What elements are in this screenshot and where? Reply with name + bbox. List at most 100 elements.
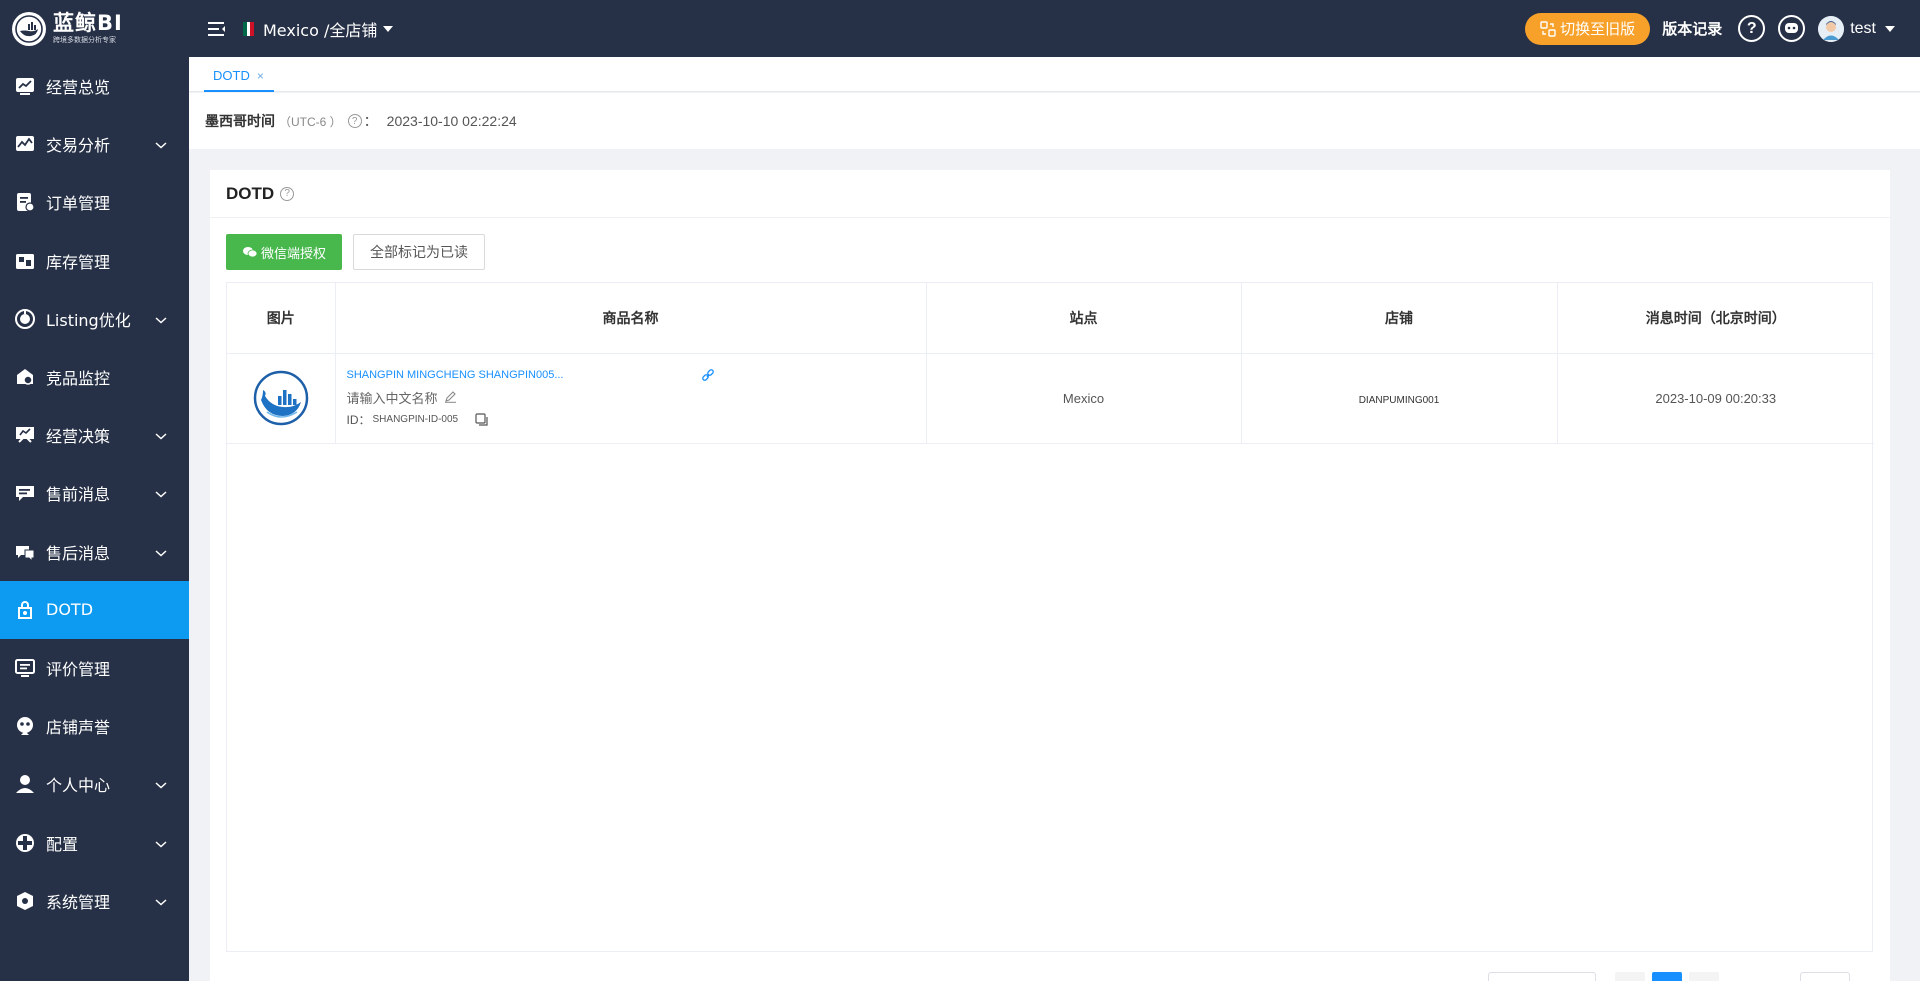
chevron-down-icon — [155, 891, 167, 910]
sidebar-item-label: 店铺声誉 — [46, 718, 111, 738]
presale-message-icon — [14, 482, 36, 504]
sidebar-item-decision[interactable]: 经营决策 — [0, 406, 189, 464]
product-name-link[interactable]: SHANGPIN MINGCHENG SHANGPIN005... — [347, 369, 926, 381]
help-icon[interactable]: ? — [1738, 15, 1766, 42]
user-menu[interactable]: test — [1818, 15, 1895, 42]
system-icon — [14, 890, 36, 912]
sidebar-item-chart-line[interactable]: 经营总览 — [0, 57, 189, 115]
tab-dotd[interactable]: DOTD × — [204, 61, 274, 92]
id-label: ID： — [346, 412, 371, 427]
review-icon — [14, 657, 36, 679]
message-time: 2023-10-09 00:20:33 — [1655, 390, 1777, 406]
sidebar-item-competitor[interactable]: 竞品监控 — [0, 348, 189, 406]
wechat-icon — [243, 247, 257, 258]
sidebar-item-order[interactable]: 订单管理 — [0, 173, 189, 231]
sidebar-item-system[interactable]: 系统管理 — [0, 872, 189, 930]
sidebar-item-label: 售前消息 — [46, 485, 111, 505]
sidebar-item-inventory[interactable]: 库存管理 — [0, 232, 189, 290]
goto-page-input[interactable] — [1800, 972, 1850, 981]
dotd-table: 图片 商品名称 站点 店铺 消息时间（北京时间） SHANGPIN MINGCH… — [226, 282, 1874, 952]
sidebar-item-label: 库存管理 — [46, 252, 111, 272]
chevron-down-icon — [155, 542, 167, 561]
sidebar-item-listing[interactable]: Listing优化 — [0, 290, 189, 348]
page-1-button[interactable] — [1652, 972, 1682, 981]
time-bar: 墨西哥时间 （UTC-6 ） ? ： 2023-10-10 02:22:24 — [189, 93, 1920, 149]
sidebar-item-label: 竞品监控 — [46, 369, 111, 389]
chevron-down-icon — [155, 309, 167, 328]
switch-label: 切换至旧版 — [1560, 20, 1636, 38]
dotd-card: DOTD ? 微信端授权 全部标记为已读 图片 商品名称 站点 店铺 消息时间（… — [210, 170, 1890, 981]
tabs-bar: DOTD × — [189, 57, 1920, 92]
decision-icon — [14, 424, 36, 446]
reputation-icon — [14, 715, 36, 737]
logo-subtitle: 跨境多数据分析专家 — [53, 36, 116, 44]
mexico-flag-icon — [243, 21, 255, 36]
chinese-name-placeholder: 请输入中文名称 — [346, 390, 438, 406]
sidebar-item-reputation[interactable]: 店铺声誉 — [0, 697, 189, 755]
product-image[interactable] — [253, 370, 309, 426]
chevron-down-icon — [155, 426, 167, 445]
site-cell: Mexico — [926, 353, 1242, 444]
version-record-link[interactable]: 版本记录 — [1662, 18, 1722, 39]
sidebar-item-review[interactable]: 评价管理 — [0, 639, 189, 697]
username: test — [1850, 19, 1876, 37]
chevron-down-icon — [155, 135, 167, 154]
chevron-down-icon — [155, 833, 167, 852]
sidebar-item-label: 交易分析 — [46, 136, 111, 156]
mark-all-read-button[interactable]: 全部标记为已读 — [353, 234, 486, 270]
table-row: SHANGPIN MINGCHENG SHANGPIN005... 请输入中文名… — [227, 353, 1874, 444]
sidebar-item-config[interactable]: 配置 — [0, 813, 189, 871]
config-icon — [14, 832, 36, 854]
product-name-cell: SHANGPIN MINGCHENG SHANGPIN005... 请输入中文名… — [335, 353, 927, 444]
whale-logo-icon — [12, 11, 46, 46]
sidebar-item-label: DOTD — [46, 600, 94, 620]
sidebar-item-label: 订单管理 — [46, 194, 111, 214]
close-icon[interactable]: × — [257, 69, 264, 83]
prev-page-button[interactable] — [1615, 972, 1645, 981]
pagination — [210, 970, 1890, 981]
store-cell: DIANPUMING001 — [1241, 353, 1558, 444]
question-icon[interactable]: ? — [280, 186, 295, 201]
sidebar-item-label: Listing优化 — [46, 310, 131, 330]
logo[interactable]: 蓝鲸BI 跨境多数据分析专家 — [0, 0, 189, 57]
time-label: 墨西哥时间 — [205, 114, 275, 130]
sidebar-item-presale-message[interactable]: 售前消息 — [0, 464, 189, 522]
sidebar-item-trade-analysis[interactable]: 交易分析 — [0, 115, 189, 173]
id-value: SHANGPIN-ID-005 — [372, 413, 459, 425]
listing-icon — [14, 308, 36, 330]
current-time: 2023-10-10 02:22:24 — [386, 113, 517, 129]
edit-icon[interactable] — [444, 391, 457, 403]
column-header-product-name: 商品名称 — [335, 283, 927, 354]
sidebar-item-user[interactable]: 个人中心 — [0, 755, 189, 813]
sidebar-item-label: 个人中心 — [46, 776, 111, 796]
caret-down-icon — [1885, 25, 1895, 32]
chinese-name-field[interactable]: 请输入中文名称 — [347, 388, 926, 407]
time-colon: ： — [363, 113, 378, 129]
switch-old-version-button[interactable]: 切换至旧版 — [1525, 12, 1651, 45]
sidebar-item-dotd[interactable]: DOTD — [0, 580, 189, 639]
page-size-select[interactable] — [1488, 972, 1596, 981]
page-scrollbar[interactable] — [1910, 149, 1920, 981]
sidebar-item-label: 经营决策 — [46, 427, 111, 447]
product-id: ID： SHANGPIN-ID-005 — [347, 411, 926, 428]
column-header-site: 站点 — [926, 283, 1242, 354]
user-icon — [14, 773, 36, 795]
column-header-store: 店铺 — [1241, 283, 1558, 354]
chevron-down-icon — [155, 775, 167, 794]
sidebar-item-aftersale-message[interactable]: 售后消息 — [0, 523, 189, 581]
dotd-icon — [14, 599, 36, 621]
region-selector[interactable]: Mexico /全店铺 — [243, 17, 394, 41]
sidebar-item-label: 配置 — [46, 834, 79, 854]
collapse-menu-icon[interactable] — [207, 20, 227, 38]
region-label: Mexico /全店铺 — [263, 20, 378, 40]
sidebar-item-label: 系统管理 — [46, 892, 111, 912]
copy-icon[interactable] — [475, 412, 488, 426]
wechat-auth-button[interactable]: 微信端授权 — [226, 234, 343, 270]
top-navbar: Mexico /全店铺 切换至旧版 版本记录 ? test — [189, 0, 1920, 57]
link-icon[interactable] — [701, 368, 715, 386]
competitor-icon — [14, 366, 36, 388]
trade-analysis-icon — [14, 133, 36, 155]
question-icon[interactable]: ? — [347, 114, 362, 128]
next-page-button[interactable] — [1689, 972, 1719, 981]
chat-bot-icon[interactable] — [1778, 15, 1806, 42]
